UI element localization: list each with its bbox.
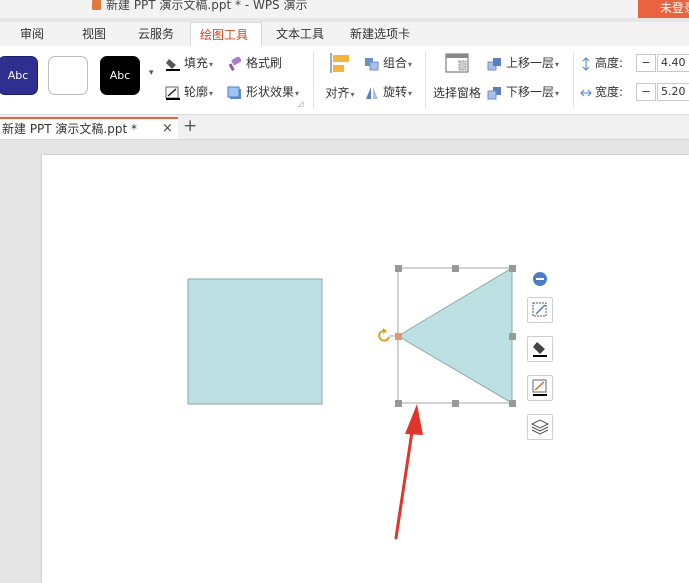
- layers-icon: [530, 419, 550, 435]
- resize-handle-top-left[interactable]: [395, 265, 402, 272]
- resize-handle-top-right[interactable]: [509, 265, 516, 272]
- resize-handle-bottom[interactable]: [452, 400, 459, 407]
- resize-handle-bottom-left[interactable]: [395, 400, 402, 407]
- square-shape[interactable]: [187, 278, 323, 405]
- resize-handle-left[interactable]: [395, 333, 402, 340]
- collapse-float-toolbar-icon[interactable]: [533, 272, 547, 286]
- shape-fill-button[interactable]: [527, 336, 553, 362]
- triangle-shape[interactable]: [397, 267, 513, 404]
- rotate-handle-icon[interactable]: [378, 328, 396, 342]
- resize-handle-right[interactable]: [509, 333, 516, 340]
- resize-handle-bottom-right[interactable]: [509, 400, 516, 407]
- slide-shapes-layer: [187, 265, 516, 540]
- shape-outline-button[interactable]: [527, 375, 553, 401]
- annotation-arrow: [394, 404, 423, 540]
- resize-handle-top[interactable]: [452, 265, 459, 272]
- outline-pen-icon: [532, 379, 547, 396]
- edit-shape-button[interactable]: [527, 297, 553, 323]
- edit-shape-icon: [532, 302, 547, 317]
- fill-bucket-icon: [533, 342, 547, 357]
- arrange-layers-button[interactable]: [527, 414, 553, 440]
